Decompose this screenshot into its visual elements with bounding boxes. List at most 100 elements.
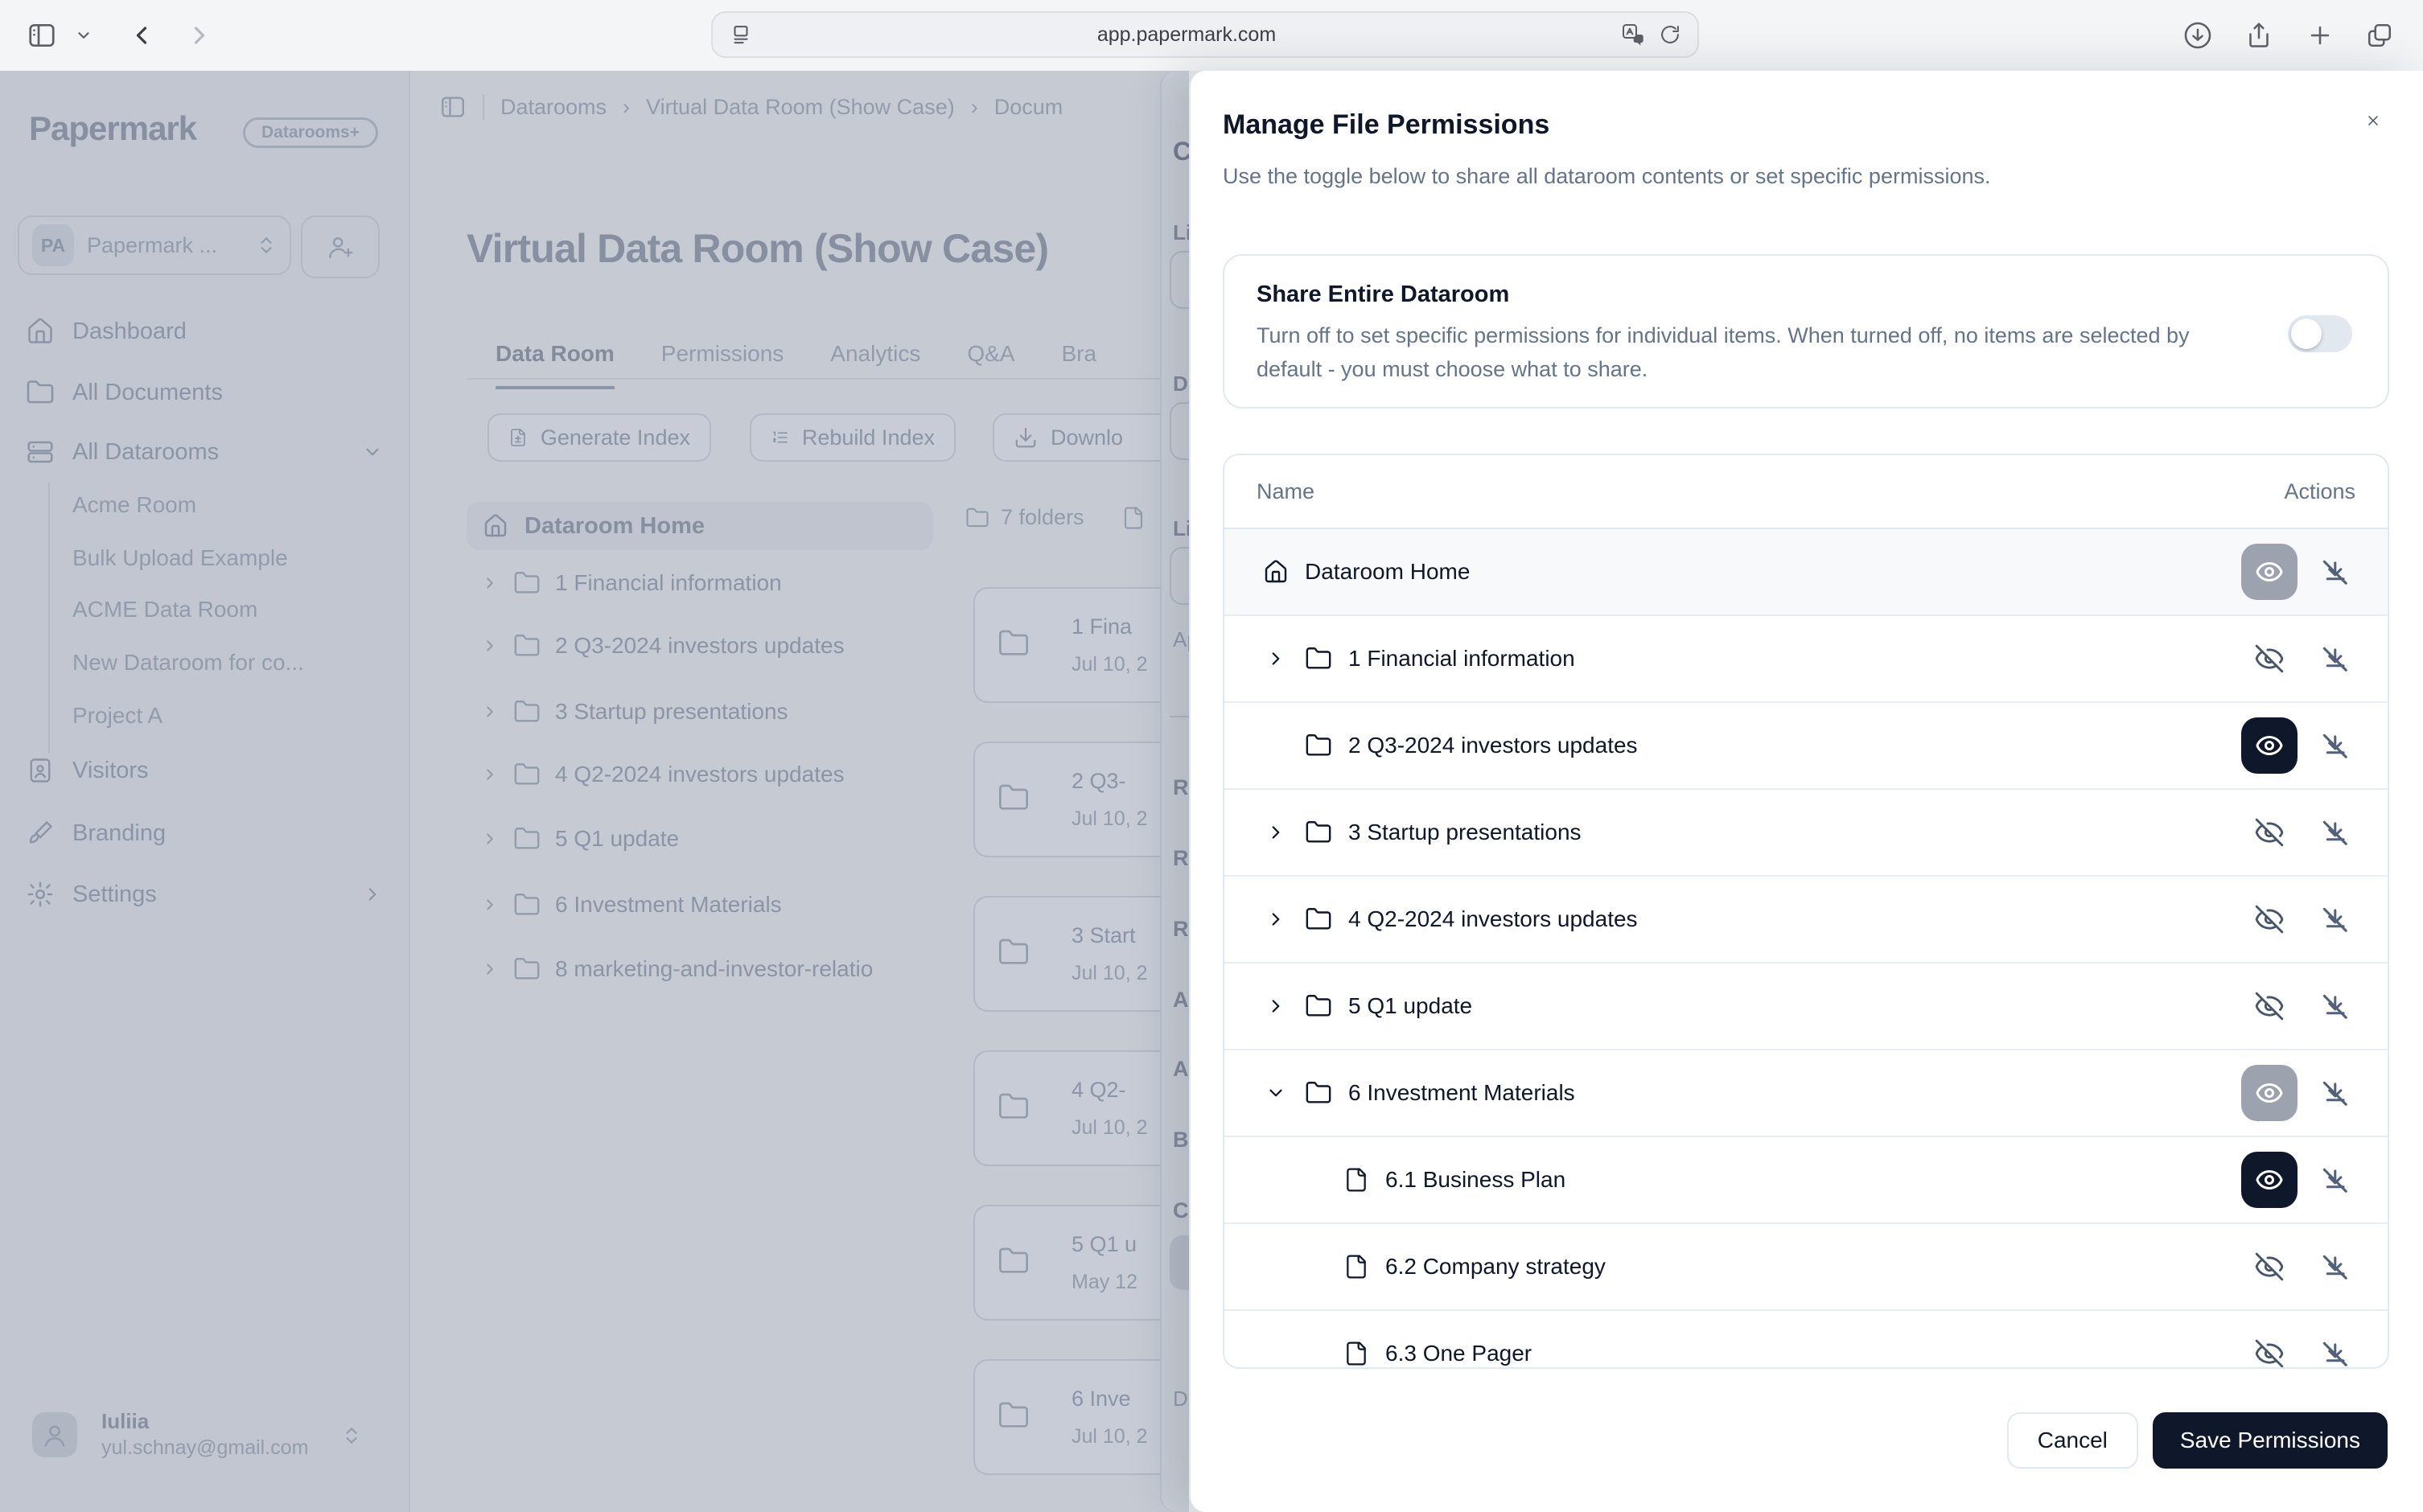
chevron-down-icon[interactable] bbox=[1263, 1080, 1289, 1106]
eye-off-icon bbox=[2254, 643, 2285, 674]
file-icon bbox=[1343, 1254, 1369, 1280]
download-off-icon bbox=[2319, 1338, 2350, 1369]
forward-icon[interactable] bbox=[180, 16, 219, 55]
file-icon bbox=[1343, 1341, 1369, 1366]
folder-icon bbox=[1305, 819, 1332, 846]
table-header: Name Actions bbox=[1224, 455, 2388, 528]
download-off-icon bbox=[2319, 1251, 2350, 1282]
eye-icon bbox=[2255, 1079, 2284, 1107]
row-label: 5 Q1 update bbox=[1348, 993, 2241, 1019]
browser-toolbar: app.papermark.com bbox=[0, 0, 2423, 72]
table-row-folder-6: 6 Investment Materials bbox=[1224, 1049, 2388, 1136]
new-tab-icon[interactable] bbox=[2301, 16, 2339, 55]
url-text: app.papermark.com bbox=[753, 23, 1620, 47]
table-row-folder-3: 3 Startup presentations bbox=[1224, 788, 2388, 875]
cancel-button[interactable]: Cancel bbox=[2007, 1412, 2138, 1469]
download-permission-button[interactable] bbox=[2314, 985, 2355, 1027]
download-permission-button[interactable] bbox=[2314, 811, 2355, 853]
download-permission-button[interactable] bbox=[2314, 551, 2355, 593]
eye-off-icon bbox=[2254, 991, 2285, 1021]
table-row-file-6-2: 6.2 Company strategy bbox=[1224, 1222, 2388, 1309]
manage-file-permissions-dialog: Manage File Permissions Use the toggle b… bbox=[1189, 71, 2423, 1512]
permissions-table: Name Actions Dataroom Home 1 Financial i… bbox=[1223, 454, 2389, 1369]
folder-icon bbox=[1305, 732, 1332, 759]
download-permission-button[interactable] bbox=[2314, 1072, 2355, 1114]
view-permission-button[interactable] bbox=[2241, 1065, 2298, 1121]
save-permissions-button[interactable]: Save Permissions bbox=[2153, 1412, 2388, 1469]
dialog-title: Manage File Permissions bbox=[1223, 109, 1549, 141]
sidebar-chevron-icon[interactable] bbox=[71, 16, 97, 55]
table-row-folder-4: 4 Q2-2024 investors updates bbox=[1224, 875, 2388, 962]
chevron-right-icon[interactable] bbox=[1263, 820, 1289, 845]
actions-column-header: Actions bbox=[2284, 479, 2355, 504]
eye-off-icon bbox=[2254, 904, 2285, 935]
file-icon bbox=[1343, 1167, 1369, 1193]
share-card-title: Share Entire Dataroom bbox=[1257, 281, 1509, 308]
download-off-icon bbox=[2319, 1165, 2350, 1195]
download-off-icon bbox=[2319, 730, 2350, 761]
download-off-icon bbox=[2319, 817, 2350, 848]
eye-off-icon bbox=[2254, 1251, 2285, 1282]
view-permission-button[interactable] bbox=[2241, 544, 2298, 600]
row-label: 4 Q2-2024 investors updates bbox=[1348, 906, 2241, 932]
url-bar[interactable]: app.papermark.com bbox=[711, 11, 1699, 58]
download-permission-button[interactable] bbox=[2314, 1333, 2355, 1369]
share-entire-dataroom-toggle[interactable] bbox=[2288, 315, 2352, 352]
reload-icon[interactable] bbox=[1659, 23, 1681, 46]
folder-icon bbox=[1305, 1079, 1332, 1107]
download-off-icon bbox=[2319, 1078, 2350, 1108]
download-off-icon bbox=[2319, 904, 2350, 935]
view-permission-button[interactable] bbox=[2241, 1152, 2298, 1208]
view-permission-button[interactable] bbox=[2241, 978, 2298, 1034]
view-permission-button[interactable] bbox=[2241, 804, 2298, 861]
translate-icon[interactable] bbox=[1620, 22, 1646, 47]
download-off-icon bbox=[2319, 991, 2350, 1021]
sidebar-toggle-icon[interactable] bbox=[23, 16, 61, 55]
table-row-file-6-3: 6.3 One Pager bbox=[1224, 1309, 2388, 1369]
row-label: 2 Q3-2024 investors updates bbox=[1348, 733, 2241, 758]
folder-icon bbox=[1305, 645, 1332, 672]
table-row-folder-1: 1 Financial information bbox=[1224, 614, 2388, 701]
eye-off-icon bbox=[2254, 1338, 2285, 1369]
row-label: 1 Financial information bbox=[1348, 646, 2241, 672]
row-label: 6.1 Business Plan bbox=[1385, 1167, 2241, 1193]
share-card-description: Turn off to set specific permissions for… bbox=[1257, 318, 2244, 386]
share-icon[interactable] bbox=[2240, 16, 2278, 55]
download-permission-button[interactable] bbox=[2314, 725, 2355, 766]
view-permission-button[interactable] bbox=[2241, 631, 2298, 687]
dialog-subtitle: Use the toggle below to share all dataro… bbox=[1223, 164, 1990, 189]
chevron-right-icon[interactable] bbox=[1263, 906, 1289, 932]
view-permission-button[interactable] bbox=[2241, 1239, 2298, 1295]
download-permission-button[interactable] bbox=[2314, 1246, 2355, 1288]
row-label: Dataroom Home bbox=[1305, 559, 2241, 585]
view-permission-button[interactable] bbox=[2241, 717, 2298, 774]
folder-icon bbox=[1305, 992, 1332, 1020]
download-off-icon bbox=[2319, 643, 2350, 674]
share-entire-dataroom-card: Share Entire Dataroom Turn off to set sp… bbox=[1223, 254, 2389, 409]
view-permission-button[interactable] bbox=[2241, 891, 2298, 947]
eye-off-icon bbox=[2254, 817, 2285, 848]
tab-overview-icon[interactable] bbox=[2360, 16, 2399, 55]
back-icon[interactable] bbox=[122, 16, 161, 55]
home-icon bbox=[1263, 559, 1289, 585]
toggle-knob bbox=[2291, 318, 2322, 349]
chevron-right-icon[interactable] bbox=[1263, 993, 1289, 1019]
dialog-footer: Cancel Save Permissions bbox=[2007, 1412, 2388, 1469]
modal-overlay[interactable] bbox=[0, 71, 1189, 1512]
download-permission-button[interactable] bbox=[2314, 638, 2355, 680]
reader-icon[interactable] bbox=[729, 23, 753, 47]
row-label: 6 Investment Materials bbox=[1348, 1080, 2241, 1106]
table-row-folder-2: 2 Q3-2024 investors updates bbox=[1224, 701, 2388, 788]
close-icon[interactable] bbox=[2355, 103, 2391, 138]
browser-window: app.papermark.com Papermark Datarooms+ P… bbox=[0, 0, 2423, 1512]
view-permission-button[interactable] bbox=[2241, 1325, 2298, 1369]
downloads-icon[interactable] bbox=[2178, 16, 2217, 55]
row-label: 6.3 One Pager bbox=[1385, 1341, 2241, 1366]
chevron-right-icon[interactable] bbox=[1263, 646, 1289, 672]
row-label: 3 Startup presentations bbox=[1348, 820, 2241, 845]
table-row-folder-5: 5 Q1 update bbox=[1224, 962, 2388, 1049]
download-permission-button[interactable] bbox=[2314, 1159, 2355, 1201]
download-permission-button[interactable] bbox=[2314, 898, 2355, 940]
name-column-header: Name bbox=[1257, 479, 1314, 504]
eye-icon bbox=[2255, 731, 2284, 760]
